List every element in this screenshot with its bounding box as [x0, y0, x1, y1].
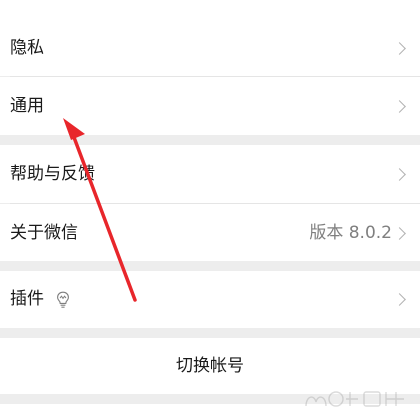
settings-item-privacy[interactable]: 隐私	[0, 0, 420, 76]
watermark-logo	[305, 391, 404, 407]
settings-item-help-feedback[interactable]: 帮助与反馈	[0, 145, 420, 203]
settings-screen: 隐私 通用 帮助与反馈 关于微信 版本 8.0.2 插件 切换帐号	[0, 0, 420, 420]
chevron-right-icon	[393, 293, 406, 306]
chevron-right-icon	[393, 227, 406, 240]
settings-item-help-feedback-label: 帮助与反馈	[10, 164, 95, 184]
chevron-right-icon	[393, 42, 406, 55]
settings-item-general-label: 通用	[10, 96, 44, 116]
chevron-right-icon	[393, 168, 406, 181]
settings-item-general[interactable]: 通用	[0, 77, 420, 135]
settings-item-plugins-label: 插件	[10, 289, 44, 309]
settings-item-about[interactable]: 关于微信 版本 8.0.2	[0, 204, 420, 261]
settings-item-plugins[interactable]: 插件	[0, 271, 420, 328]
chevron-right-icon	[393, 100, 406, 113]
settings-item-about-label: 关于微信	[10, 223, 78, 243]
lightbulb-icon	[57, 291, 69, 308]
settings-item-privacy-label: 隐私	[10, 38, 44, 58]
version-value: 版本 8.0.2	[309, 223, 392, 243]
switch-account-label: 切换帐号	[176, 356, 244, 376]
